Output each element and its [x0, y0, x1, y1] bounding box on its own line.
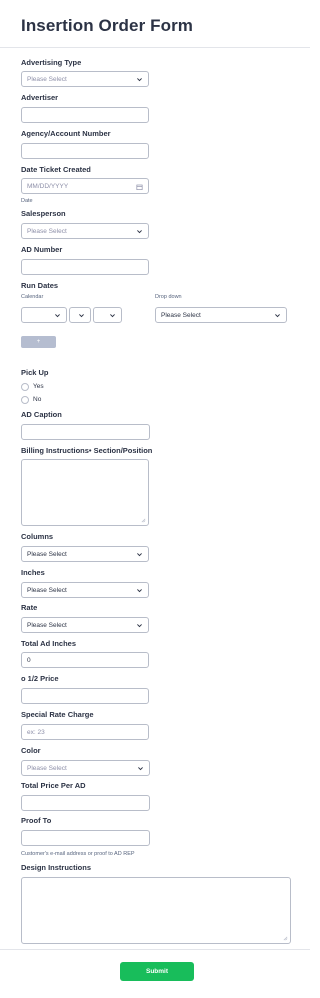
- run-date-day-select[interactable]: [69, 307, 91, 323]
- run-date-dropdown-value: Please Select: [161, 311, 201, 319]
- agency-number-input[interactable]: [21, 143, 149, 159]
- advertising-type-value: Please Select: [27, 75, 67, 83]
- columns-label: Columns: [21, 532, 54, 541]
- rate-label: Rate: [21, 603, 38, 612]
- rate-value: Please Select: [27, 621, 67, 629]
- agency-number-label: Agency/Account Number: [21, 129, 111, 138]
- inches-select[interactable]: Please Select: [21, 582, 149, 598]
- total-price-label: Total Price Per AD: [21, 781, 86, 790]
- form-title: Insertion Order Form: [21, 16, 194, 35]
- advertiser-label: Advertiser: [21, 93, 59, 102]
- date-ticket-placeholder: MM/DD/YYYY: [27, 182, 69, 190]
- salesperson-select[interactable]: Please Select: [21, 223, 149, 239]
- advertising-type-label: Advertising Type: [21, 58, 82, 67]
- date-ticket-input[interactable]: MM/DD/YYYY: [21, 178, 149, 194]
- half-price-label: o 1/2 Price: [21, 674, 59, 683]
- special-rate-placeholder: ex: 23: [27, 728, 45, 736]
- inches-label: Inches: [21, 568, 45, 577]
- chevron-down-icon: [275, 314, 280, 318]
- ad-caption-label: AD Caption: [21, 410, 62, 419]
- special-rate-input[interactable]: ex: 23: [21, 724, 149, 740]
- advertiser-input[interactable]: [21, 107, 149, 123]
- chevron-down-icon: [137, 553, 142, 557]
- salesperson-value: Please Select: [27, 227, 67, 235]
- chevron-down-icon: [110, 314, 115, 318]
- pick-up-no-label[interactable]: No: [33, 396, 41, 403]
- run-dates-calendar-header: Calendar: [21, 294, 44, 300]
- run-dates-label: Run Dates: [21, 281, 59, 290]
- resize-grip-icon[interactable]: [141, 518, 146, 523]
- design-textarea[interactable]: [21, 877, 291, 944]
- billing-textarea[interactable]: [21, 459, 149, 526]
- proof-to-input[interactable]: [21, 830, 150, 846]
- run-date-year-select[interactable]: [93, 307, 122, 323]
- chevron-down-icon: [137, 589, 142, 593]
- advertising-type-select[interactable]: Please Select: [21, 71, 149, 87]
- resize-grip-icon[interactable]: [283, 936, 288, 941]
- columns-value: Please Select: [27, 550, 67, 558]
- design-label: Design Instructions: [21, 863, 92, 872]
- columns-select[interactable]: Please Select: [21, 546, 149, 562]
- chevron-down-icon: [137, 624, 142, 628]
- half-price-input[interactable]: [21, 688, 149, 704]
- total-ad-inches-label: Total Ad Inches: [21, 639, 77, 648]
- pick-up-label: Pick Up: [21, 368, 49, 377]
- color-select[interactable]: Please Select: [21, 760, 150, 776]
- special-rate-label: Special Rate Charge: [21, 710, 94, 719]
- proof-to-label: Proof To: [21, 816, 52, 825]
- run-date-dropdown-select[interactable]: Please Select: [155, 307, 287, 323]
- chevron-down-icon: [138, 767, 143, 771]
- total-price-input[interactable]: [21, 795, 150, 811]
- pick-up-no-radio[interactable]: [21, 396, 29, 404]
- chevron-down-icon: [137, 230, 142, 234]
- pick-up-yes-radio[interactable]: [21, 383, 29, 391]
- total-ad-inches-value: 0: [27, 656, 31, 664]
- date-ticket-sublabel: Date: [21, 198, 33, 204]
- inches-value: Please Select: [27, 586, 67, 594]
- pick-up-yes-label[interactable]: Yes: [33, 383, 44, 390]
- ad-number-label: AD Number: [21, 245, 63, 254]
- chevron-down-icon: [137, 78, 142, 82]
- ad-caption-input[interactable]: [21, 424, 150, 440]
- calendar-icon[interactable]: [136, 184, 143, 190]
- date-ticket-label: Date Ticket Created: [21, 165, 91, 174]
- chevron-down-icon: [79, 314, 84, 318]
- title-divider: [0, 47, 310, 48]
- total-ad-inches-input[interactable]: 0: [21, 652, 149, 668]
- color-label: Color: [21, 746, 41, 755]
- ad-number-input[interactable]: [21, 259, 149, 275]
- run-date-month-select[interactable]: [21, 307, 67, 323]
- color-value: Please Select: [27, 764, 67, 772]
- proof-to-sublabel: Customer's e-mail address or proof to AD…: [21, 851, 135, 857]
- salesperson-label: Salesperson: [21, 209, 66, 218]
- footer-divider: [0, 949, 310, 950]
- rate-select[interactable]: Please Select: [21, 617, 149, 633]
- submit-button[interactable]: Submit: [120, 962, 194, 981]
- chevron-down-icon: [55, 314, 60, 318]
- run-dates-dropdown-header: Drop down: [155, 294, 182, 300]
- add-row-button[interactable]: +: [21, 336, 56, 348]
- billing-label: Billing Instructions• Section/Position: [21, 446, 153, 455]
